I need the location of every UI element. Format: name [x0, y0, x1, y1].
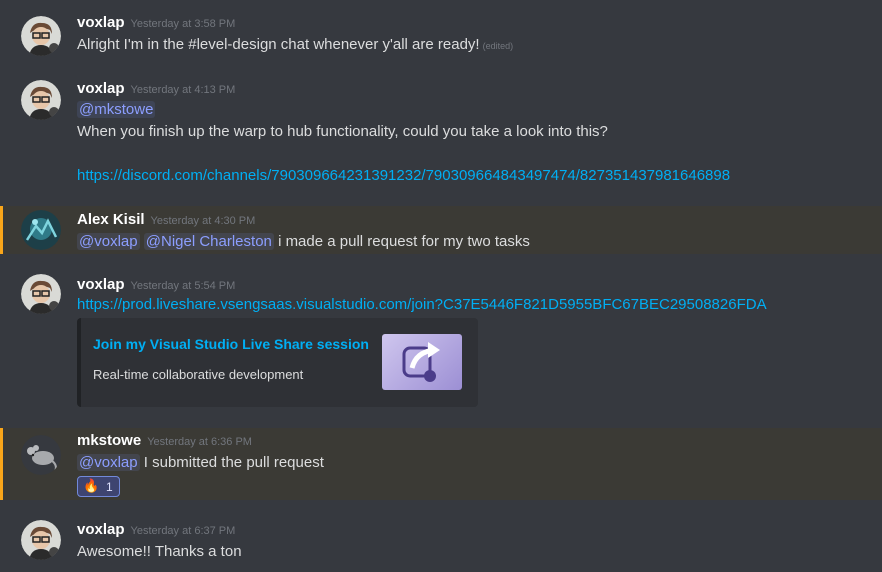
user-mention[interactable]: @Nigel Charleston	[143, 233, 274, 250]
user-mention[interactable]: @voxlap	[77, 454, 140, 471]
message: voxlap Yesterday at 3:58 PM Alright I'm i…	[0, 0, 882, 68]
avatar-voxlap[interactable]	[21, 520, 61, 560]
message-text: i made a pull request for my two tasks	[278, 233, 530, 250]
message-text: When you finish up the warp to hub funct…	[77, 123, 608, 140]
embed-title[interactable]: Join my Visual Studio Live Share session	[93, 336, 369, 352]
message-header: voxlap Yesterday at 5:54 PM	[77, 276, 235, 294]
message-header: voxlap Yesterday at 4:13 PM	[77, 80, 235, 98]
edited-label: (edited)	[482, 41, 514, 51]
avatar-mkstowe[interactable]	[21, 435, 61, 475]
avatar-alex-kisil[interactable]	[21, 210, 61, 250]
username[interactable]: voxlap	[77, 80, 125, 97]
message-content: @mkstowe	[77, 101, 156, 118]
message-mention-highlight: Alex Kisil Yesterday at 4:30 PM @voxlap @…	[0, 206, 882, 254]
timestamp: Yesterday at 6:36 PM	[147, 436, 252, 448]
message-header: mkstowe Yesterday at 6:36 PM	[77, 432, 252, 450]
avatar-voxlap[interactable]	[21, 80, 61, 120]
message-header: voxlap Yesterday at 3:58 PM	[77, 14, 235, 32]
message-link[interactable]: https://prod.liveshare.vsengsaas.visuals…	[77, 296, 767, 313]
reaction-button[interactable]: 🔥 1	[77, 476, 120, 497]
username[interactable]: voxlap	[77, 521, 125, 538]
message-text: Alright I'm in the #level-design chat wh…	[77, 36, 480, 53]
reaction-count: 1	[106, 480, 113, 494]
avatar-voxlap[interactable]	[21, 16, 61, 56]
message-content: @voxlap @Nigel Charleston i made a pull …	[77, 233, 530, 250]
message: voxlap Yesterday at 4:13 PM @mkstowe When…	[0, 68, 882, 198]
embed-description: Real-time collaborative development	[93, 367, 304, 382]
user-mention[interactable]: @voxlap	[77, 233, 140, 250]
message: voxlap Yesterday at 6:37 PM Awesome!! Tha…	[0, 508, 882, 572]
user-mention[interactable]: @mkstowe	[77, 101, 156, 118]
username[interactable]: mkstowe	[77, 432, 141, 449]
timestamp: Yesterday at 6:37 PM	[130, 525, 236, 537]
message-header: Alex Kisil Yesterday at 4:30 PM	[77, 211, 255, 229]
message-content: Alright I'm in the #level-design chat wh…	[77, 36, 513, 53]
timestamp: Yesterday at 4:13 PM	[130, 84, 236, 96]
fire-emoji-icon: 🔥	[83, 478, 100, 493]
username[interactable]: voxlap	[77, 14, 125, 31]
message-text: Awesome!! Thanks a ton	[77, 543, 242, 560]
message-content: @voxlap I submitted the pull request	[77, 454, 324, 471]
avatar-voxlap[interactable]	[21, 274, 61, 314]
message-header: voxlap Yesterday at 6:37 PM	[77, 521, 235, 539]
link-embed: Join my Visual Studio Live Share session…	[77, 318, 478, 407]
share-arrow-icon	[402, 342, 440, 382]
message-text: I submitted the pull request	[143, 454, 324, 471]
timestamp: Yesterday at 4:30 PM	[150, 215, 256, 227]
message-mention-highlight: mkstowe Yesterday at 6:36 PM @voxlap I su…	[0, 428, 882, 500]
username[interactable]: voxlap	[77, 276, 125, 293]
timestamp: Yesterday at 5:54 PM	[130, 280, 236, 292]
timestamp: Yesterday at 3:58 PM	[130, 18, 236, 30]
message-link[interactable]: https://discord.com/channels/79030966423…	[77, 167, 730, 184]
embed-thumbnail[interactable]	[382, 334, 462, 390]
username[interactable]: Alex Kisil	[77, 211, 145, 228]
